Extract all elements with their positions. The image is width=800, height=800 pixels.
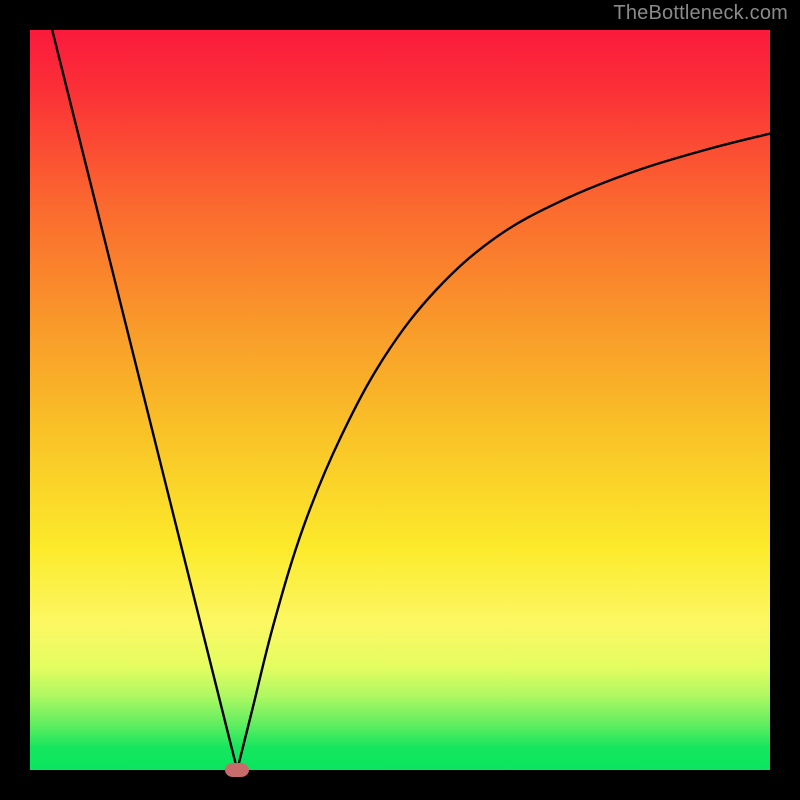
watermark-text: TheBottleneck.com (613, 2, 788, 25)
min-marker (225, 763, 249, 777)
curve-right-branch (237, 134, 770, 770)
bottleneck-curve (30, 30, 770, 770)
chart-frame: TheBottleneck.com (0, 0, 800, 800)
curve-left-branch (52, 30, 237, 770)
plot-area (30, 30, 770, 770)
